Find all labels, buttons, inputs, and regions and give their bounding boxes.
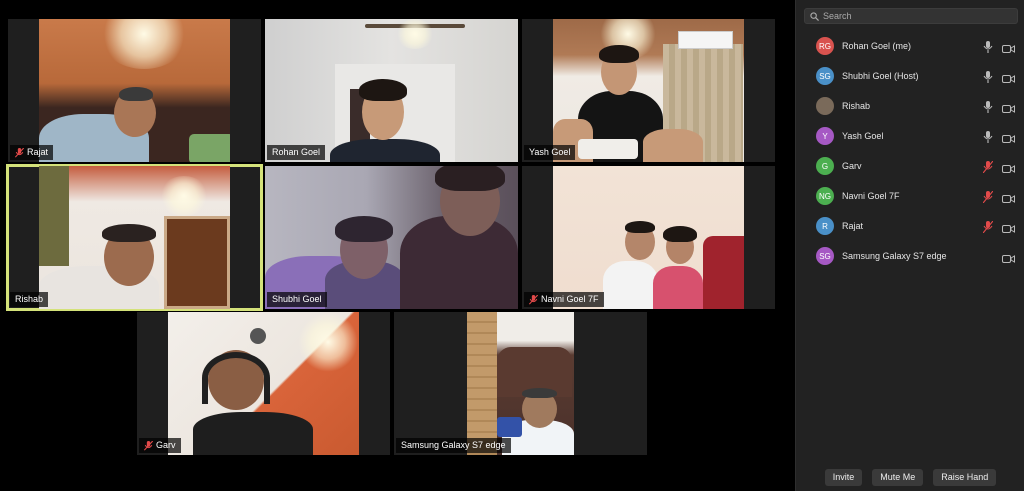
participant-row[interactable]: SG Shubhi Goel (Host) — [796, 61, 1024, 91]
search-icon — [810, 11, 819, 21]
participant-name: Samsung Galaxy S7 edge — [842, 251, 947, 261]
video-camera-icon[interactable] — [1002, 131, 1015, 143]
participant-name: Navni Goel 7F — [842, 191, 900, 201]
name-tag: Samsung Galaxy S7 edge — [396, 438, 511, 453]
participant-row[interactable]: Rishab — [796, 91, 1024, 121]
panel-footer: Invite Mute Me Raise Hand — [796, 469, 1024, 491]
name-tag: Shubhi Goel — [267, 292, 327, 307]
search-box[interactable] — [804, 8, 1018, 24]
video-tile-garv[interactable]: Garv — [137, 312, 390, 455]
video-feed — [467, 312, 574, 455]
participants-panel: RGRohan Goel (me)SGShubhi Goel (Host)Ris… — [795, 0, 1024, 491]
search-input[interactable] — [823, 11, 1003, 21]
participant-name: Rishab — [15, 294, 44, 304]
video-feed — [265, 166, 518, 309]
participant-name: Rajat — [842, 221, 864, 231]
name-tag: Navni Goel 7F — [524, 292, 604, 307]
name-tag: Yash Goel — [524, 145, 576, 160]
video-camera-icon[interactable] — [1002, 191, 1015, 203]
participant-name: Garv — [842, 161, 862, 171]
participant-name: Rohan Goel — [272, 147, 321, 157]
name-tag: Rajat — [10, 145, 54, 160]
mic-icon[interactable] — [983, 130, 993, 143]
participant-name: Rishab — [842, 101, 871, 111]
video-feed — [39, 166, 230, 309]
participant-row[interactable]: R Rajat — [796, 211, 1024, 241]
mic-icon[interactable] — [983, 40, 993, 53]
avatar: SG — [816, 67, 834, 85]
invite-button[interactable]: Invite — [824, 469, 863, 486]
video-camera-icon[interactable] — [1002, 221, 1015, 233]
raise-hand-button[interactable]: Raise Hand — [933, 469, 997, 486]
video-tile-navni-goel[interactable]: Navni Goel 7F — [522, 166, 775, 309]
video-feed — [553, 19, 744, 162]
name-tag: Rohan Goel — [267, 145, 326, 160]
mic-muted-icon[interactable] — [982, 220, 994, 234]
video-tile-rishab[interactable]: Rishab — [6, 164, 263, 311]
participant-row[interactable]: SG Samsung Galaxy S7 edge — [796, 241, 1024, 271]
mic-muted-icon — [15, 147, 24, 158]
mic-icon[interactable] — [983, 100, 993, 113]
mic-muted-icon[interactable] — [982, 160, 994, 174]
video-feed — [168, 312, 359, 455]
participant-name: Samsung Galaxy S7 edge — [401, 440, 506, 450]
video-camera-icon[interactable] — [1002, 71, 1015, 83]
video-camera-icon[interactable] — [1002, 101, 1015, 113]
video-gallery: Rajat Rohan Goel Yash Goel Rishab Shubhi… — [0, 0, 795, 491]
avatar: Y — [816, 127, 834, 145]
name-tag: Rishab — [10, 292, 49, 307]
avatar: SG — [816, 247, 834, 265]
participant-name: Garv — [156, 440, 176, 450]
mic-muted-icon[interactable] — [982, 190, 994, 204]
avatar: NG — [816, 187, 834, 205]
participant-row[interactable]: G Garv — [796, 151, 1024, 181]
camera-icon — [250, 328, 266, 344]
video-camera-icon[interactable] — [1002, 41, 1015, 53]
participant-name: Yash Goel — [842, 131, 884, 141]
video-tile-samsung-galaxy[interactable]: Samsung Galaxy S7 edge — [394, 312, 647, 455]
video-feed — [553, 166, 744, 309]
avatar — [816, 97, 834, 115]
participant-name: Yash Goel — [529, 147, 571, 157]
participant-row[interactable]: RG Rohan Goel (me) — [796, 31, 1024, 61]
video-feed — [39, 19, 230, 162]
participant-row[interactable]: NG Navni Goel 7F — [796, 181, 1024, 211]
video-tile-rohan-goel[interactable]: Rohan Goel — [265, 19, 518, 162]
video-camera-icon[interactable] — [1002, 161, 1015, 173]
avatar: G — [816, 157, 834, 175]
avatar: R — [816, 217, 834, 235]
participant-name: Shubhi Goel (Host) — [842, 71, 919, 81]
participant-name: Rajat — [27, 147, 49, 157]
participant-name: Shubhi Goel — [272, 294, 322, 304]
participant-row[interactable]: Y Yash Goel — [796, 121, 1024, 151]
mute-me-button[interactable]: Mute Me — [872, 469, 924, 486]
mic-icon[interactable] — [983, 70, 993, 83]
participant-name: Navni Goel 7F — [541, 294, 599, 304]
video-feed — [265, 19, 518, 162]
video-tile-rajat[interactable]: Rajat — [8, 19, 261, 162]
mic-muted-icon — [529, 294, 538, 305]
avatar: RG — [816, 37, 834, 55]
mic-muted-icon — [144, 440, 153, 451]
video-tile-yash-goel[interactable]: Yash Goel — [522, 19, 775, 162]
video-camera-icon[interactable] — [1002, 251, 1015, 263]
name-tag: Garv — [139, 438, 181, 453]
participant-name: Rohan Goel (me) — [842, 41, 912, 51]
video-tile-shubhi-goel[interactable]: Shubhi Goel — [265, 166, 518, 309]
